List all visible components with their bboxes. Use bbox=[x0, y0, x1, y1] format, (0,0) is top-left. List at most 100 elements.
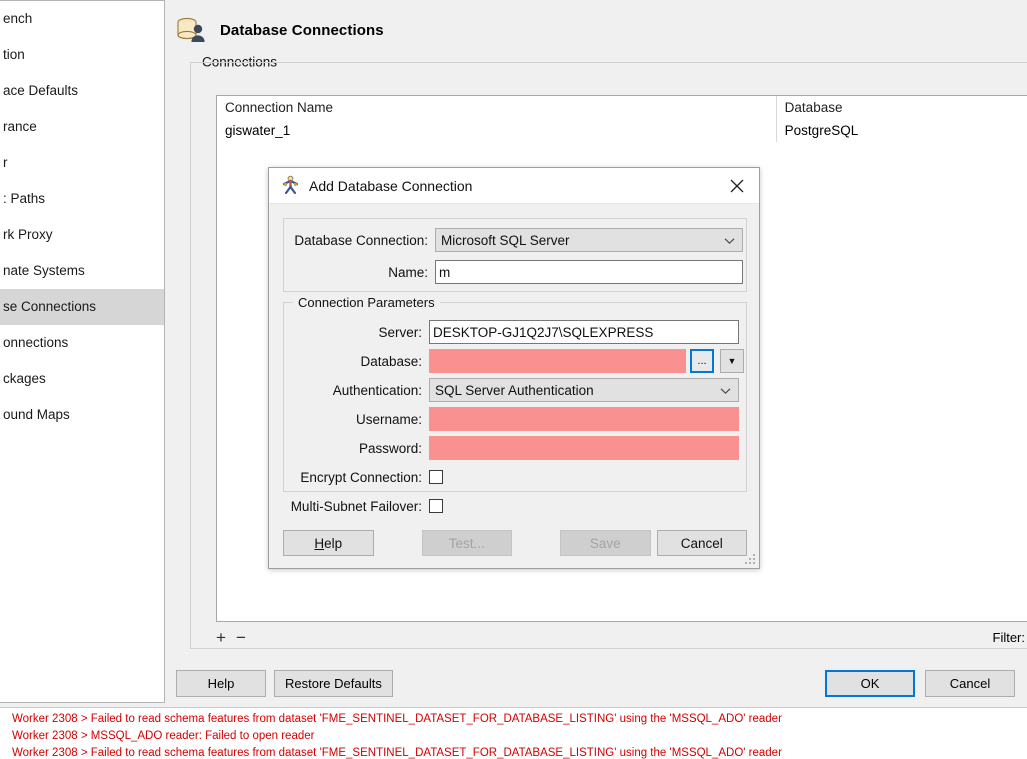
column-header-connection-name[interactable]: Connection Name bbox=[217, 96, 776, 119]
table-row[interactable]: giswater_1 PostgreSQL bbox=[217, 119, 1027, 142]
sidebar-item-label: rk Proxy bbox=[3, 227, 53, 242]
sidebar-item-label: : Paths bbox=[3, 191, 46, 206]
page-title: Database Connections bbox=[220, 21, 384, 39]
sidebar-item-4[interactable]: r bbox=[0, 145, 164, 181]
label-authentication: Authentication: bbox=[332, 382, 422, 398]
fme-workbench-icon bbox=[281, 175, 300, 197]
label-database-connection: Database Connection: bbox=[294, 232, 428, 248]
cancel-button[interactable]: Cancel bbox=[925, 670, 1015, 697]
button-bar-left: Help Restore Defaults bbox=[176, 670, 393, 697]
dialog-title: Add Database Connection bbox=[309, 177, 473, 194]
database-connection-selected-value: Microsoft SQL Server bbox=[441, 232, 570, 248]
database-dropdown-button[interactable]: ▼ bbox=[720, 349, 744, 373]
sidebar-item-9[interactable]: onnections bbox=[0, 325, 164, 361]
dialog-action-buttons: Help Test... Save Cancel bbox=[283, 530, 747, 556]
authentication-selected-value: SQL Server Authentication bbox=[435, 382, 594, 398]
field-username: Username: bbox=[277, 407, 739, 431]
sidebar-item-label: nate Systems bbox=[3, 263, 85, 278]
resize-grip[interactable] bbox=[745, 554, 756, 565]
dialog-save-button[interactable]: Save bbox=[560, 530, 651, 556]
sidebar-item-3[interactable]: rance bbox=[0, 109, 164, 145]
field-multi-subnet-failover: Multi-Subnet Failover: bbox=[277, 494, 443, 518]
log-line: Worker 2308 > MSSQL_ADO reader: Failed t… bbox=[12, 730, 315, 742]
sidebar-item-11[interactable]: ound Maps bbox=[0, 397, 164, 433]
chevron-down-icon bbox=[724, 233, 735, 248]
filter-control: Filter: bbox=[993, 626, 1027, 648]
log-line: Worker 2308 > Failed to read schema feat… bbox=[12, 747, 782, 759]
sidebar-item-database-connections[interactable]: se Connections bbox=[0, 289, 164, 325]
label-server: Server: bbox=[378, 324, 422, 340]
sidebar-item-label: rance bbox=[3, 119, 37, 134]
button-bar-right: OK Cancel bbox=[825, 670, 1015, 697]
field-password: Password: bbox=[277, 436, 739, 460]
column-header-database[interactable]: Database bbox=[775, 96, 1027, 119]
ok-button[interactable]: OK bbox=[825, 670, 915, 697]
field-database-connection: Database Connection: Microsoft SQL Serve… bbox=[283, 228, 743, 252]
label-multi-subnet-failover: Multi-Subnet Failover: bbox=[290, 498, 422, 514]
label-name: Name: bbox=[388, 264, 428, 280]
sidebar-item-1[interactable]: tion bbox=[0, 37, 164, 73]
dialog-button-bar: Help Restore Defaults OK Cancel bbox=[166, 662, 1027, 703]
sidebar-item-label: ckages bbox=[3, 371, 46, 386]
log-line: Worker 2308 > Failed to read schema feat… bbox=[12, 713, 782, 725]
add-database-connection-dialog: Add Database Connection Database Connect… bbox=[268, 167, 760, 569]
sidebar-item-label: ace Defaults bbox=[3, 83, 79, 98]
name-input[interactable] bbox=[435, 260, 743, 284]
triangle-down-icon: ▼ bbox=[727, 356, 737, 366]
sidebar-item-label: tion bbox=[3, 47, 25, 62]
sidebar-item-label: ound Maps bbox=[3, 407, 70, 422]
sidebar-item-2[interactable]: ace Defaults bbox=[0, 73, 164, 109]
log-message-pane[interactable]: Worker 2308 > Failed to read schema feat… bbox=[0, 707, 1027, 759]
label-encrypt-connection: Encrypt Connection: bbox=[300, 469, 422, 485]
authentication-select[interactable]: SQL Server Authentication bbox=[429, 378, 739, 402]
help-button[interactable]: Help bbox=[176, 670, 266, 697]
field-encrypt-connection: Encrypt Connection: bbox=[277, 465, 443, 489]
table-header-row: Connection Name Database bbox=[217, 96, 1027, 119]
close-icon[interactable] bbox=[715, 168, 759, 203]
ellipsis-icon: ... bbox=[697, 355, 707, 367]
label-password: Password: bbox=[358, 440, 422, 456]
dialog-cancel-button[interactable]: Cancel bbox=[656, 530, 747, 556]
table-footer-toolbar: + − Filter: bbox=[216, 625, 1027, 649]
sidebar-item-label: ench bbox=[3, 11, 33, 26]
database-user-icon bbox=[174, 15, 208, 45]
page-header: Database Connections bbox=[174, 8, 384, 52]
field-database: Database: ... ▼ bbox=[277, 349, 744, 373]
add-connection-button[interactable]: + bbox=[216, 629, 226, 646]
dialog-help-label-rest: elp bbox=[324, 535, 343, 551]
connection-parameters-legend: Connection Parameters bbox=[293, 295, 440, 310]
dialog-titlebar[interactable]: Add Database Connection bbox=[269, 168, 759, 204]
settings-tree-sidebar[interactable]: ench tion ace Defaults rance r : Paths r… bbox=[0, 0, 165, 703]
label-database: Database: bbox=[360, 353, 422, 369]
label-username: Username: bbox=[355, 411, 422, 427]
database-input[interactable] bbox=[429, 349, 686, 373]
restore-defaults-button[interactable]: Restore Defaults bbox=[274, 670, 393, 697]
sidebar-item-7[interactable]: nate Systems bbox=[0, 253, 164, 289]
password-input[interactable] bbox=[429, 436, 739, 460]
sidebar-item-10[interactable]: ckages bbox=[0, 361, 164, 397]
sidebar-item-label: onnections bbox=[3, 335, 69, 350]
sidebar-item-0[interactable]: ench bbox=[0, 1, 164, 37]
sidebar-item-label: r bbox=[3, 155, 8, 170]
username-input[interactable] bbox=[429, 407, 739, 431]
field-authentication: Authentication: SQL Server Authenticatio… bbox=[277, 378, 739, 402]
chevron-down-icon bbox=[720, 383, 731, 398]
field-name: Name: bbox=[283, 260, 743, 284]
filter-label: Filter: bbox=[992, 629, 1026, 645]
help-mnemonic: H bbox=[314, 535, 325, 551]
sidebar-item-5[interactable]: : Paths bbox=[0, 181, 164, 217]
application-window: ench tion ace Defaults rance r : Paths r… bbox=[0, 0, 1027, 759]
database-browse-button[interactable]: ... bbox=[690, 349, 714, 373]
cell-connection-name: giswater_1 bbox=[225, 123, 291, 138]
encrypt-connection-checkbox[interactable] bbox=[429, 470, 443, 484]
field-server: Server: bbox=[277, 320, 739, 344]
multi-subnet-failover-checkbox[interactable] bbox=[429, 499, 443, 513]
remove-connection-button[interactable]: − bbox=[236, 629, 246, 646]
sidebar-item-label: se Connections bbox=[3, 299, 97, 314]
database-connection-select[interactable]: Microsoft SQL Server bbox=[435, 228, 743, 252]
cell-database: PostgreSQL bbox=[775, 119, 1027, 142]
dialog-test-button[interactable]: Test... bbox=[421, 530, 512, 556]
dialog-help-button[interactable]: Help bbox=[283, 530, 374, 556]
sidebar-item-6[interactable]: rk Proxy bbox=[0, 217, 164, 253]
server-input[interactable] bbox=[429, 320, 739, 344]
